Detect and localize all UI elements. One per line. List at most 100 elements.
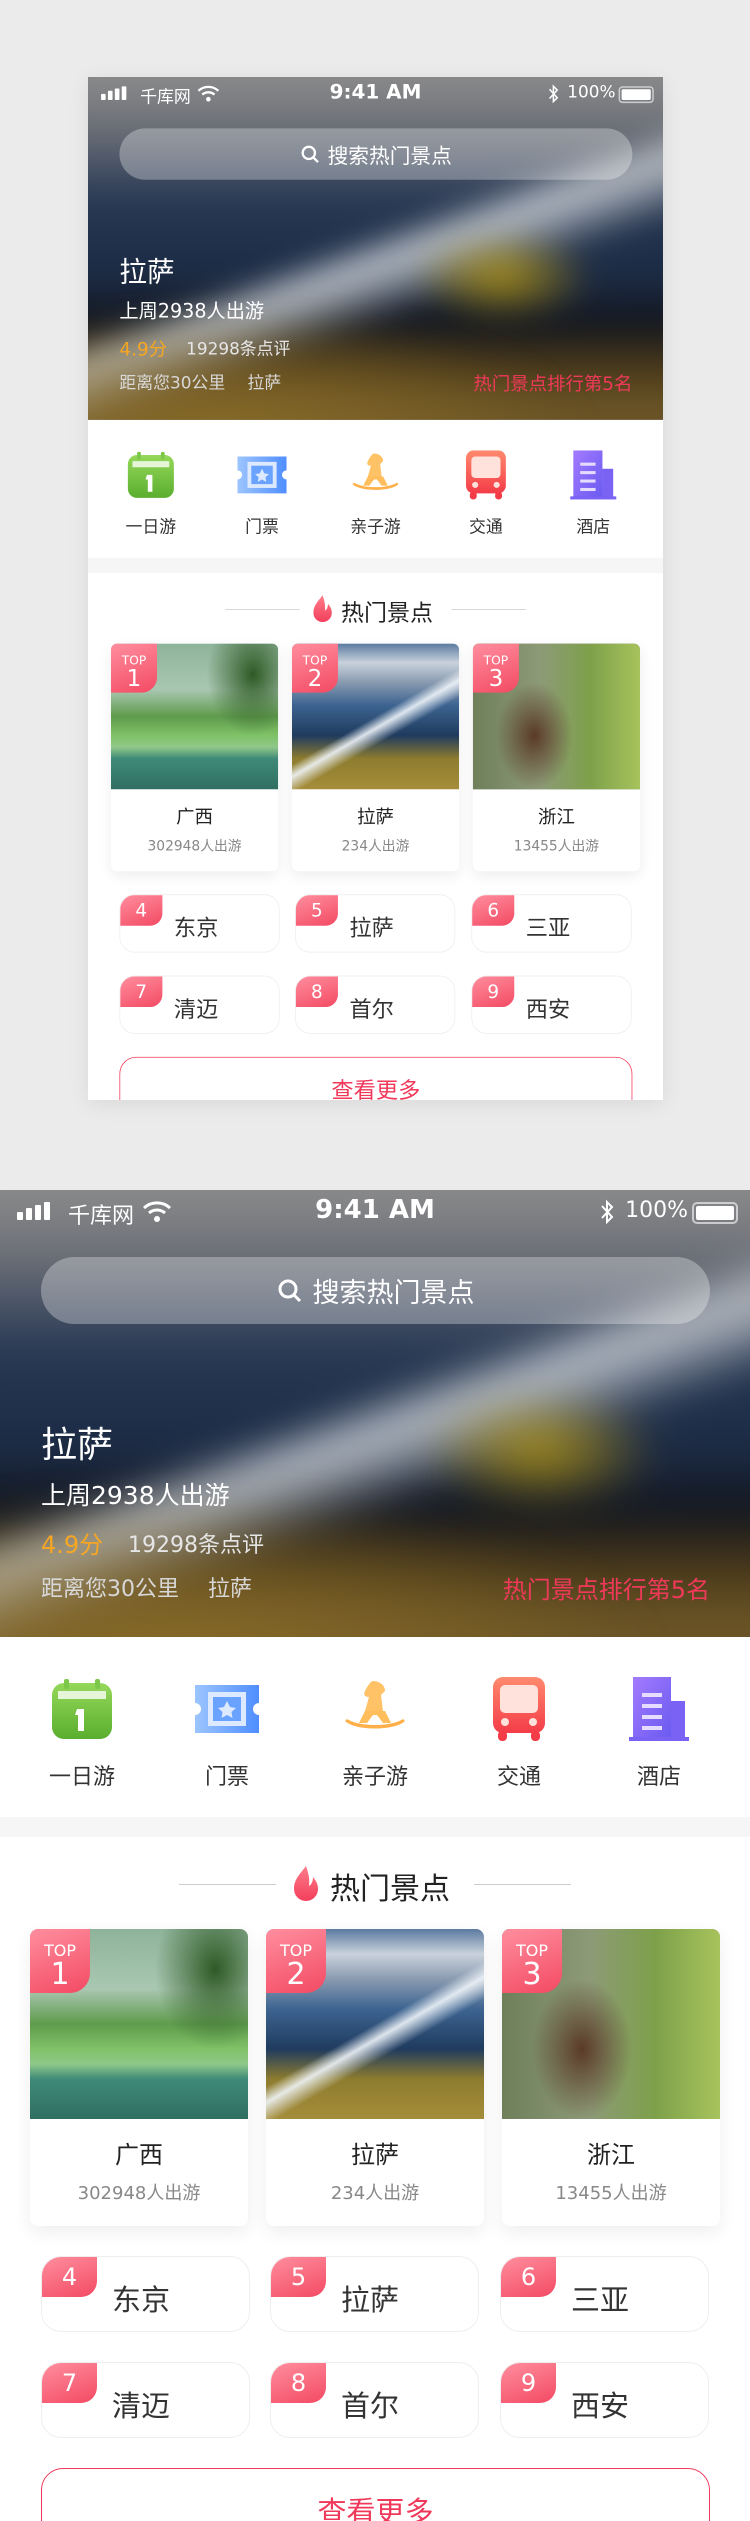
calendar-icon (127, 451, 174, 498)
destination-distance: 距离您30公里 (119, 373, 226, 393)
hot-section-title: 热门景点 (341, 599, 434, 627)
ranked-destination[interactable]: 4 东京 (41, 2256, 250, 2332)
ranked-destination[interactable]: 8 首尔 (295, 975, 456, 1034)
ranked-destination[interactable]: 8 首尔 (270, 2362, 479, 2438)
category-tickets[interactable]: 门票 (216, 450, 308, 537)
search-icon (301, 145, 319, 163)
destination-name: 清迈 (112, 2389, 171, 2423)
ranked-destination[interactable]: 5 拉萨 (295, 894, 456, 953)
category-hotel[interactable]: 酒店 (547, 450, 639, 537)
destination-name: 东京 (112, 2283, 171, 2317)
app-screen: 千库网 9:41 AM 100% 搜索热门景点 拉萨 上周2938人出游 4.9… (0, 1190, 750, 2521)
destination-reviews[interactable]: 19298条点评 (128, 1527, 264, 1559)
hero-image-grass (0, 1490, 660, 1637)
category-tickets[interactable]: 门票 (167, 1677, 287, 1791)
top-destination-card[interactable]: TOP 2 拉萨 234人出游 (291, 643, 460, 872)
divider-line (474, 1884, 571, 1885)
top-destination-card[interactable]: TOP 2 拉萨 234人出游 (266, 1929, 484, 2226)
divider-line (179, 1884, 276, 1885)
ranked-destination[interactable]: 6 三亚 (500, 2256, 709, 2332)
divider-line (225, 609, 300, 610)
category-nav: 一日游 门票 亲子游 交通 酒店 (0, 1677, 750, 1797)
view-more-button[interactable]: 查看更多 (119, 1056, 633, 1100)
rocking-horse-icon (352, 453, 399, 490)
hero-banner[interactable]: 千库网 9:41 AM 100% 搜索热门景点 拉萨 上周2938人出游 4.9… (0, 1190, 750, 1637)
section-divider (0, 1817, 750, 1837)
divider-line (451, 609, 526, 610)
rank-badge: 6 (472, 895, 515, 926)
hot-section-header: 热门景点 (88, 592, 663, 627)
full-size-screen: 千库网 9:41 AM 100% 搜索热门景点 拉萨 上周2938人出游 4.9… (0, 1190, 750, 2521)
destination-title: 拉萨 (41, 1425, 114, 1466)
battery-percent: 100% (567, 83, 616, 103)
category-family-trip[interactable]: 亲子游 (315, 1677, 435, 1791)
category-day-trip[interactable]: 一日游 (22, 1677, 142, 1791)
hotel-icon (570, 450, 617, 500)
rank-badge: 6 (501, 2257, 556, 2297)
hero-banner[interactable]: 千库网 9:41 AM 100% 搜索热门景点 拉萨 上周2938人出游 4.9… (88, 77, 663, 420)
ticket-icon (195, 1685, 259, 1733)
search-placeholder: 搜索热门景点 (312, 1278, 475, 1309)
destination-name: 西安 (525, 996, 571, 1023)
destination-rank: 热门景点排行第5名 (502, 1576, 710, 1604)
destination-title: 拉萨 (119, 257, 175, 289)
destination-name: 东京 (173, 915, 219, 942)
destination-name: 拉萨 (351, 2141, 399, 2169)
destination-name: 浙江 (538, 806, 575, 828)
destination-city: 拉萨 (247, 373, 282, 393)
rank-badge: 8 (271, 2363, 326, 2403)
battery-percent: 100% (625, 1198, 688, 1223)
top-destination-card[interactable]: TOP 1 广西 302948人出游 (111, 643, 279, 872)
calendar-icon (52, 1679, 112, 1739)
destination-count: 302948人出游 (77, 2183, 201, 2204)
destination-reviews[interactable]: 19298条点评 (186, 335, 290, 360)
destination-rating: 4.9分 (41, 1531, 104, 1559)
ranked-destination[interactable]: 7 清迈 (119, 975, 280, 1034)
destination-name: 拉萨 (341, 2283, 400, 2317)
hot-section-title: 热门景点 (330, 1872, 450, 1907)
destination-name: 浙江 (587, 2141, 635, 2169)
destination-name: 拉萨 (357, 806, 394, 828)
category-transport[interactable]: 交通 (440, 450, 532, 537)
destination-count: 13455人出游 (513, 838, 600, 855)
category-label: 交通 (469, 517, 503, 538)
search-input[interactable]: 搜索热门景点 (119, 128, 633, 180)
rank-badge: TOP 2 (266, 1929, 326, 1993)
category-label: 一日游 (125, 517, 177, 538)
ranked-destination[interactable]: 9 西安 (471, 975, 632, 1034)
search-input[interactable]: 搜索热门景点 (41, 1257, 710, 1324)
ranked-destination[interactable]: 7 清迈 (41, 2362, 250, 2438)
battery-icon (618, 86, 654, 104)
rank-badge: 9 (501, 2363, 556, 2403)
flame-icon (294, 1866, 318, 1901)
section-divider (88, 557, 663, 574)
ranked-destination[interactable]: 4 东京 (119, 894, 280, 953)
category-transport[interactable]: 交通 (459, 1677, 579, 1791)
hotel-icon (629, 1677, 689, 1741)
destination-count: 302948人出游 (147, 838, 242, 855)
category-nav: 一日游 门票 亲子游 交通 酒店 (88, 450, 663, 542)
destination-name: 广西 (176, 806, 213, 828)
top-destination-card[interactable]: TOP 3 浙江 13455人出游 (502, 1929, 720, 2226)
category-day-trip[interactable]: 一日游 (105, 450, 197, 537)
top-destination-card[interactable]: TOP 1 广西 302948人出游 (30, 1929, 248, 2226)
category-label: 亲子游 (350, 517, 401, 538)
destination-name: 三亚 (525, 915, 571, 942)
ranked-destination[interactable]: 5 拉萨 (270, 2256, 479, 2332)
ranked-destination[interactable]: 9 西安 (500, 2362, 709, 2438)
top-destination-card[interactable]: TOP 3 浙江 13455人出游 (472, 643, 641, 872)
ticket-icon (237, 456, 287, 494)
category-family-trip[interactable]: 亲子游 (330, 450, 422, 537)
destination-name: 广西 (115, 2141, 163, 2169)
destination-name: 首尔 (341, 2389, 400, 2423)
destination-distance: 距离您30公里 (41, 1577, 179, 1602)
category-label: 门票 (245, 517, 279, 538)
destination-name: 三亚 (571, 2283, 630, 2317)
view-more-button[interactable]: 查看更多 (41, 2468, 710, 2521)
destination-name: 清迈 (173, 996, 219, 1023)
ranked-destination[interactable]: 6 三亚 (471, 894, 632, 953)
battery-icon (692, 1202, 738, 1224)
rank-badge: 9 (472, 976, 515, 1008)
destination-rating: 4.9分 (119, 338, 168, 360)
category-hotel[interactable]: 酒店 (599, 1677, 719, 1791)
